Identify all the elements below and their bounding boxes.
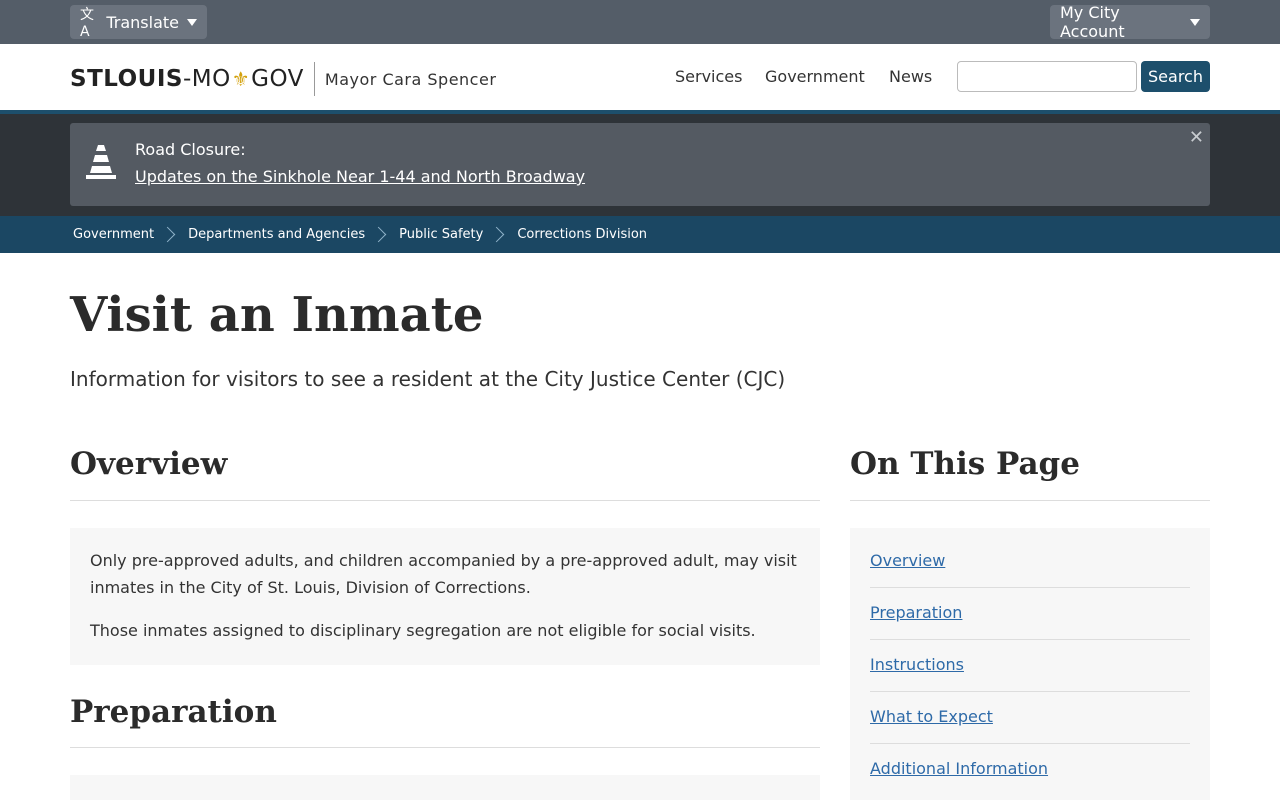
mayor-name: Mayor Cara Spencer — [324, 69, 497, 89]
my-city-account-button[interactable]: My City Account — [1050, 3, 1210, 41]
site-logo[interactable]: STLOUIS-MO⚜GOV Mayor Cara Spencer — [70, 62, 496, 96]
toc-link-what-to-expect[interactable]: What to Expect — [870, 707, 993, 726]
chevron-right-icon — [375, 225, 387, 245]
toc-link-instructions[interactable]: Instructions — [870, 655, 964, 674]
caret-down-icon — [187, 18, 197, 26]
traffic-cone-icon — [86, 145, 116, 179]
logo-divider — [313, 62, 315, 96]
caret-down-icon — [1190, 18, 1200, 26]
toc-link-overview[interactable]: Overview — [870, 551, 945, 570]
page-subtitle: Information for visitors to see a reside… — [70, 367, 786, 391]
breadcrumb: Government Departments and Agencies Publ… — [0, 216, 1280, 253]
translate-label: Translate — [106, 12, 179, 32]
divider — [70, 747, 820, 748]
toc-heading: On This Page — [850, 446, 1080, 482]
logo-text: STLOUIS-MO⚜GOV — [70, 66, 304, 92]
breadcrumb-item-departments[interactable]: Departments and Agencies — [188, 227, 365, 242]
nav-news[interactable]: News — [889, 67, 932, 86]
breadcrumb-item-public-safety[interactable]: Public Safety — [399, 227, 483, 242]
divider — [870, 743, 1190, 744]
breadcrumb-item-government[interactable]: Government — [73, 227, 154, 242]
divider — [870, 691, 1190, 692]
divider — [850, 500, 1210, 501]
search-button[interactable]: Search — [1141, 61, 1210, 92]
account-label: My City Account — [1060, 3, 1125, 41]
toc-link-preparation[interactable]: Preparation — [870, 603, 962, 622]
preparation-panel — [70, 775, 820, 800]
alert-link[interactable]: Updates on the Sinkhole Near 1-44 and No… — [135, 167, 585, 186]
utility-bar: 文A Translate My City Account — [0, 0, 1280, 44]
divider — [70, 500, 820, 501]
translate-button[interactable]: 文A Translate — [70, 5, 207, 40]
overview-heading: Overview — [70, 446, 228, 482]
page-title: Visit an Inmate — [70, 287, 484, 343]
chevron-right-icon — [164, 225, 176, 245]
toc-link-additional-information[interactable]: Additional Information — [870, 759, 1048, 778]
divider — [870, 587, 1190, 588]
preparation-heading: Preparation — [70, 694, 277, 730]
divider — [870, 639, 1190, 640]
alert-title: Road Closure: — [135, 140, 246, 159]
alert-banner: Road Closure: Updates on the Sinkhole Ne… — [70, 123, 1210, 206]
alert-region: Road Closure: Updates on the Sinkhole Ne… — [0, 110, 1280, 216]
overview-paragraph-1: Only pre-approved adults, and children a… — [90, 551, 797, 597]
close-icon[interactable]: ✕ — [1189, 127, 1204, 148]
chevron-right-icon — [493, 225, 505, 245]
breadcrumb-item-corrections[interactable]: Corrections Division — [517, 227, 647, 242]
nav-services[interactable]: Services — [675, 67, 742, 86]
fleur-de-lis-icon: ⚜ — [231, 67, 251, 91]
translate-icon: 文A — [80, 7, 94, 40]
overview-paragraph-2: Those inmates assigned to disciplinary s… — [90, 621, 756, 640]
nav-government[interactable]: Government — [765, 67, 865, 86]
search-input[interactable] — [957, 61, 1137, 92]
